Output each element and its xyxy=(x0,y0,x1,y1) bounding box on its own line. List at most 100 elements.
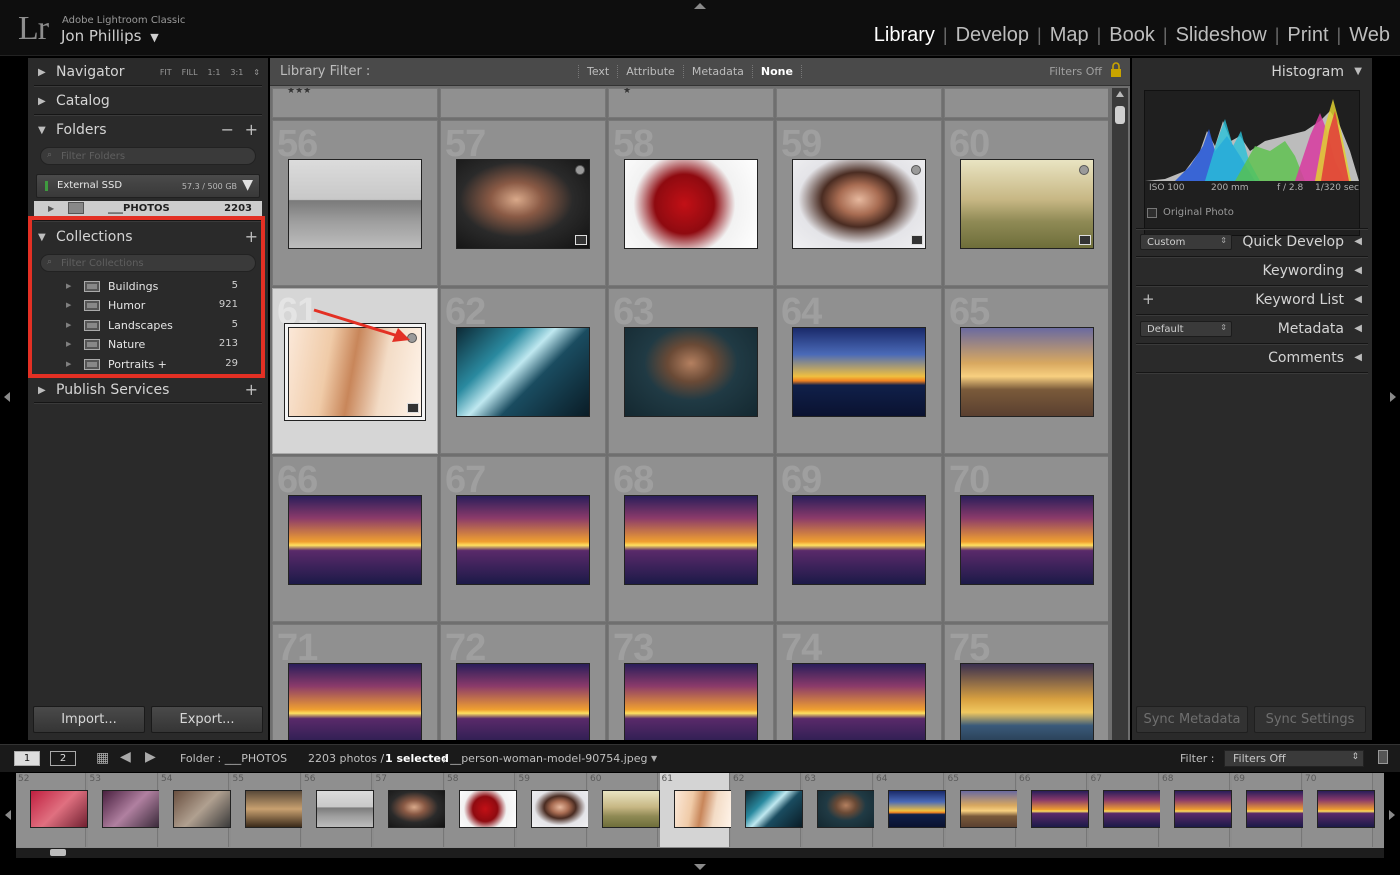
photo-thumbnail[interactable] xyxy=(624,663,758,740)
photo-thumbnail[interactable] xyxy=(960,327,1094,417)
photo-thumbnail[interactable] xyxy=(456,495,590,585)
grid-cell[interactable]: 74 xyxy=(776,624,942,740)
grid-scrollbar[interactable] xyxy=(1112,88,1128,740)
filmstrip-item[interactable]: 63 xyxy=(802,773,875,847)
filmstrip-item[interactable]: 68 xyxy=(1160,773,1232,847)
photo-thumbnail[interactable] xyxy=(288,495,422,585)
bottom-panel-toggle-icon[interactable] xyxy=(694,864,706,870)
export-button[interactable]: Export... xyxy=(151,706,263,733)
secondary-window-button[interactable]: 2 xyxy=(50,751,76,766)
forward-arrow-icon[interactable]: ▶ xyxy=(145,749,156,765)
metadata-header[interactable]: Default ⇕ Metadata ◀ xyxy=(1132,317,1372,343)
selected-filename[interactable]: / __person-woman-model-90754.jpeg xyxy=(443,752,648,765)
metadata-preset-select[interactable]: Default ⇕ xyxy=(1140,321,1232,337)
quick-develop-header[interactable]: Custom ⇕ Quick Develop ◀ xyxy=(1132,230,1372,256)
checkbox-icon[interactable] xyxy=(1147,208,1157,218)
module-library[interactable]: Library xyxy=(866,24,943,47)
filmstrip-thumbnail[interactable] xyxy=(959,790,1018,828)
filmstrip-thumbnail[interactable] xyxy=(1102,790,1161,828)
sync-metadata-button[interactable]: Sync Metadata xyxy=(1136,706,1248,733)
saved-preset-select[interactable]: Custom ⇕ xyxy=(1140,234,1232,250)
zoom-fit[interactable]: FIT xyxy=(160,68,172,77)
grid-cell[interactable]: 57 xyxy=(440,120,606,286)
collection-item[interactable]: ▶ Humor 921 xyxy=(34,296,262,315)
filmstrip-item[interactable]: 64 xyxy=(874,773,946,847)
quick-collection-icon[interactable] xyxy=(407,333,417,343)
grid-cell[interactable]: 73 xyxy=(608,624,774,740)
module-map[interactable]: Map xyxy=(1042,24,1097,47)
filmstrip-filter-select[interactable]: Filters Off ⇕ xyxy=(1224,750,1364,767)
filmstrip-thumbnail[interactable] xyxy=(459,790,517,828)
photo-thumbnail[interactable] xyxy=(456,327,590,417)
grid-cell-partial[interactable]: ★ xyxy=(608,88,774,118)
quick-collection-icon[interactable] xyxy=(575,165,585,175)
collection-item[interactable]: ▶ Portraits + 29 xyxy=(34,355,262,374)
quick-collection-icon[interactable] xyxy=(911,165,921,175)
scrollbar-thumb[interactable] xyxy=(50,849,66,856)
back-arrow-icon[interactable]: ◀ xyxy=(120,749,131,765)
filmstrip-item[interactable]: 56 xyxy=(302,773,374,847)
add-folder-icon[interactable]: + xyxy=(245,120,258,139)
filmstrip-thumbnail[interactable] xyxy=(101,790,160,828)
collection-item[interactable]: ▶ Landscapes 5 xyxy=(34,316,262,335)
source-path[interactable]: Folder : ___PHOTOS xyxy=(180,752,287,765)
zoom-fill[interactable]: FILL xyxy=(182,68,198,77)
grid-cell[interactable]: 60 xyxy=(944,120,1108,286)
module-print[interactable]: Print xyxy=(1279,24,1336,47)
star-rating[interactable]: ★ xyxy=(623,88,631,96)
collections-header[interactable]: ▼ Collections + xyxy=(28,225,268,251)
scroll-up-icon[interactable] xyxy=(1116,91,1124,97)
filmstrip-thumbnail[interactable] xyxy=(1031,790,1089,828)
grid-cell[interactable]: 62 xyxy=(440,288,606,454)
filmstrip-thumbnail[interactable] xyxy=(888,790,946,828)
zoom-1-1[interactable]: 1:1 xyxy=(208,68,221,77)
filmstrip-thumbnail[interactable] xyxy=(30,790,88,828)
filter-none[interactable]: None xyxy=(751,65,802,78)
photo-thumbnail[interactable] xyxy=(960,495,1094,585)
photo-thumbnail[interactable] xyxy=(456,159,590,249)
filmstrip-thumbnail[interactable] xyxy=(1245,790,1304,828)
module-book[interactable]: Book xyxy=(1101,24,1163,47)
grid-cell[interactable]: 61 xyxy=(272,288,438,454)
grid-cell[interactable]: 59 xyxy=(776,120,942,286)
navigator-header[interactable]: ▶ Navigator FIT FILL 1:1 3:1 ⇕ xyxy=(28,60,268,86)
grid-cell[interactable]: 64 xyxy=(776,288,942,454)
main-window-button[interactable]: 1 xyxy=(14,751,40,766)
photo-thumbnail[interactable] xyxy=(792,495,926,585)
quick-collection-icon[interactable] xyxy=(1079,165,1089,175)
filmstrip-item[interactable]: 65 xyxy=(945,773,1018,847)
histogram-header[interactable]: Histogram ▼ xyxy=(1132,60,1372,86)
chevron-down-icon[interactable]: ▼ xyxy=(651,754,657,763)
import-button[interactable]: Import... xyxy=(33,706,145,733)
grid-cell[interactable]: 75 xyxy=(944,624,1108,740)
grid-cell[interactable]: 69 xyxy=(776,456,942,622)
filter-metadata[interactable]: Metadata xyxy=(682,65,752,78)
filmstrip-left-icon[interactable] xyxy=(5,810,11,820)
scrollbar-thumb[interactable] xyxy=(1115,106,1125,124)
filmstrip-item[interactable]: 58 xyxy=(445,773,517,847)
add-collection-icon[interactable]: + xyxy=(245,227,258,246)
grid-cell-partial[interactable] xyxy=(440,88,606,118)
filmstrip-thumbnail[interactable] xyxy=(1174,790,1232,828)
filmstrip-item[interactable]: 61 xyxy=(659,773,732,847)
filmstrip-thumbnail[interactable] xyxy=(602,790,660,828)
module-web[interactable]: Web xyxy=(1341,24,1390,47)
filmstrip-item[interactable]: 53 xyxy=(87,773,160,847)
left-panel-toggle-icon[interactable] xyxy=(4,392,10,402)
filmstrip-item[interactable]: 52 xyxy=(16,773,88,847)
filmstrip-thumbnail[interactable] xyxy=(745,790,803,828)
photo-thumbnail[interactable] xyxy=(624,495,758,585)
grid-cell[interactable]: 56 xyxy=(272,120,438,286)
volume-dropdown-icon[interactable]: ▼ xyxy=(242,177,253,193)
filmstrip-thumbnail[interactable] xyxy=(244,790,303,828)
photo-thumbnail[interactable] xyxy=(288,159,422,249)
filmstrip-item[interactable]: 59 xyxy=(516,773,589,847)
filmstrip-item[interactable]: 55 xyxy=(230,773,303,847)
keyword-list-header[interactable]: + Keyword List ◀ xyxy=(1132,288,1372,314)
photo-thumbnail[interactable] xyxy=(960,159,1094,249)
grid-cell-partial[interactable] xyxy=(776,88,942,118)
add-publish-service-icon[interactable]: + xyxy=(245,380,258,399)
zoom-stepper-icon[interactable]: ⇕ xyxy=(253,68,260,77)
folders-filter-input[interactable] xyxy=(61,149,241,163)
photo-thumbnail[interactable] xyxy=(456,663,590,740)
